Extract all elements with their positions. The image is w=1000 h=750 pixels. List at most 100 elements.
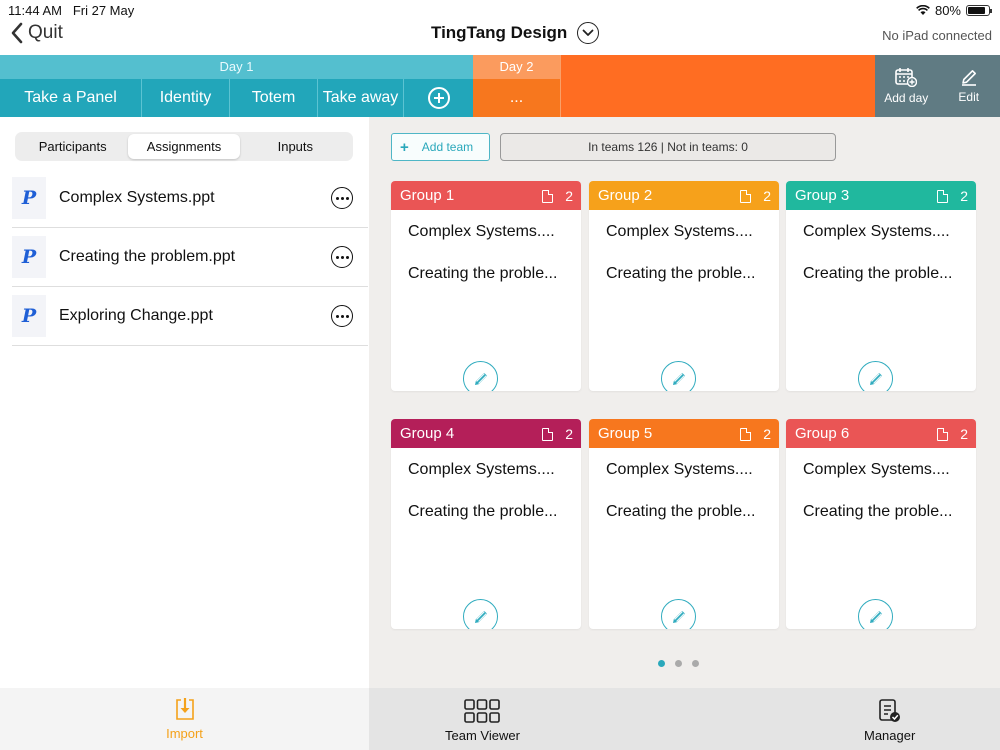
- chevron-left-icon: [11, 22, 23, 44]
- group-card-header[interactable]: Group 3 2: [786, 181, 976, 210]
- edit-group-button[interactable]: [661, 599, 696, 629]
- group-card[interactable]: Group 2 2 Complex Systems.... Creating the …: [589, 181, 779, 391]
- calendar-add-icon: [895, 68, 918, 87]
- group-name: Group 2: [598, 187, 653, 204]
- group-card-header[interactable]: Group 5 2: [589, 419, 779, 448]
- file-list: P Complex Systems.ppt P Creating the pro…: [12, 169, 368, 346]
- status-time-date: 11:44 AM Fri 27 May: [8, 3, 134, 18]
- battery-percent: 80%: [934, 3, 961, 18]
- add-day-button[interactable]: Add day: [875, 55, 938, 117]
- tab-take-a-panel[interactable]: Take a Panel: [0, 79, 142, 117]
- day-1-header[interactable]: Day 1: [0, 55, 473, 79]
- tab-take-away[interactable]: Take away: [318, 79, 404, 117]
- assignment-count: 2: [542, 188, 573, 204]
- segment-inputs[interactable]: Inputs: [240, 134, 351, 159]
- quit-button[interactable]: Quit: [10, 22, 63, 44]
- edit-button[interactable]: Edit: [938, 55, 1000, 117]
- status-bar: 11:44 AM Fri 27 May 80%: [0, 0, 1000, 20]
- title-dropdown[interactable]: TingTang Design: [431, 22, 600, 44]
- segment-participants[interactable]: Participants: [17, 134, 128, 159]
- group-card[interactable]: Group 5 2 Complex Systems.... Creating the …: [589, 419, 779, 629]
- day-2-section[interactable]: Day 2 ...: [473, 55, 561, 117]
- group-card-header[interactable]: Group 1 2: [391, 181, 581, 210]
- day-2-more-tab[interactable]: ...: [473, 79, 560, 117]
- left-panel: Participants Assignments Inputs P Comple…: [0, 117, 369, 688]
- document-icon: [937, 189, 949, 203]
- battery-icon: [966, 5, 992, 16]
- edit-label: Edit: [958, 90, 980, 104]
- day-actions: Add day Edit: [875, 55, 1000, 117]
- group-card[interactable]: Group 4 2 Complex Systems.... Creating the …: [391, 419, 581, 629]
- group-name: Group 5: [598, 425, 653, 442]
- powerpoint-icon: P: [12, 236, 46, 278]
- team-viewer-tab[interactable]: Team Viewer: [445, 698, 520, 743]
- more-options-icon[interactable]: [331, 305, 353, 327]
- edit-group-button[interactable]: [661, 361, 696, 391]
- page-dot[interactable]: [675, 660, 682, 667]
- plus-icon: +: [400, 138, 409, 156]
- group-assignment-item: Complex Systems....: [408, 223, 555, 240]
- group-name: Group 4: [400, 425, 455, 442]
- add-team-label: Add team: [421, 140, 474, 154]
- day-2-header[interactable]: Day 2: [473, 55, 560, 79]
- day-bar: Day 1 Take a Panel Identity Totem Take a…: [0, 55, 1000, 117]
- assignment-count-value: 2: [960, 426, 968, 442]
- group-card-header[interactable]: Group 2 2: [589, 181, 779, 210]
- day-1-section: Day 1 Take a Panel Identity Totem Take a…: [0, 55, 473, 117]
- group-assignment-item: Creating the proble...: [408, 503, 558, 520]
- wifi-icon: [916, 5, 930, 15]
- tab-identity[interactable]: Identity: [142, 79, 230, 117]
- assignment-count: 2: [740, 426, 771, 442]
- pencil-icon: [672, 372, 685, 385]
- nav-bar: Quit TingTang Design No iPad connected: [0, 20, 1000, 55]
- document-icon: [740, 189, 752, 203]
- file-name: Creating the problem.ppt: [59, 248, 236, 265]
- import-label: Import: [166, 726, 203, 741]
- page-indicator[interactable]: [658, 660, 699, 667]
- file-row[interactable]: P Complex Systems.ppt: [12, 169, 368, 228]
- tab-totem[interactable]: Totem: [230, 79, 318, 117]
- add-day-label: Add day: [884, 91, 929, 105]
- group-assignment-item: Complex Systems....: [606, 223, 753, 240]
- chevron-down-icon[interactable]: [577, 22, 600, 44]
- group-card[interactable]: Group 6 2 Complex Systems.... Creating the …: [786, 419, 976, 629]
- group-assignment-item: Complex Systems....: [408, 461, 555, 478]
- manager-label: Manager: [864, 728, 916, 743]
- file-row[interactable]: P Exploring Change.ppt: [12, 287, 368, 346]
- edit-group-button[interactable]: [858, 599, 893, 629]
- edit-group-button[interactable]: [463, 599, 498, 629]
- assignment-count-value: 2: [960, 188, 968, 204]
- file-name: Complex Systems.ppt: [59, 189, 215, 206]
- more-options-icon[interactable]: [331, 246, 353, 268]
- page-dot-active[interactable]: [658, 660, 665, 667]
- assignment-count-value: 2: [565, 426, 573, 442]
- status-right: 80%: [916, 3, 992, 18]
- more-options-icon[interactable]: [331, 187, 353, 209]
- document-icon: [937, 427, 949, 441]
- group-name: Group 1: [400, 187, 455, 204]
- edit-group-button[interactable]: [858, 361, 893, 391]
- pencil-icon: [474, 610, 487, 623]
- import-tab[interactable]: Import: [0, 688, 369, 750]
- group-card-header[interactable]: Group 4 2: [391, 419, 581, 448]
- group-card[interactable]: Group 3 2 Complex Systems.... Creating the …: [786, 181, 976, 391]
- group-assignment-item: Creating the proble...: [606, 503, 756, 520]
- document-icon: [542, 189, 554, 203]
- assignment-count-value: 2: [763, 188, 771, 204]
- plus-circle-icon: [427, 87, 450, 109]
- group-card[interactable]: Group 1 2 Complex Systems.... Creating the …: [391, 181, 581, 391]
- assignment-count: 2: [740, 188, 771, 204]
- segment-assignments[interactable]: Assignments: [128, 134, 240, 159]
- assignment-count-value: 2: [565, 188, 573, 204]
- manager-tab[interactable]: Manager: [864, 698, 915, 743]
- add-session-button[interactable]: [404, 79, 473, 117]
- page-dot[interactable]: [692, 660, 699, 667]
- assignment-count: 2: [937, 188, 968, 204]
- add-team-button[interactable]: + Add team: [391, 133, 490, 161]
- file-row[interactable]: P Creating the problem.ppt: [12, 228, 368, 287]
- right-panel: + Add team In teams 126 | Not in teams: …: [369, 117, 1000, 688]
- edit-group-button[interactable]: [463, 361, 498, 391]
- assignment-count-value: 2: [763, 426, 771, 442]
- group-card-header[interactable]: Group 6 2: [786, 419, 976, 448]
- tab-bar-right: Team Viewer Manager: [369, 688, 1000, 750]
